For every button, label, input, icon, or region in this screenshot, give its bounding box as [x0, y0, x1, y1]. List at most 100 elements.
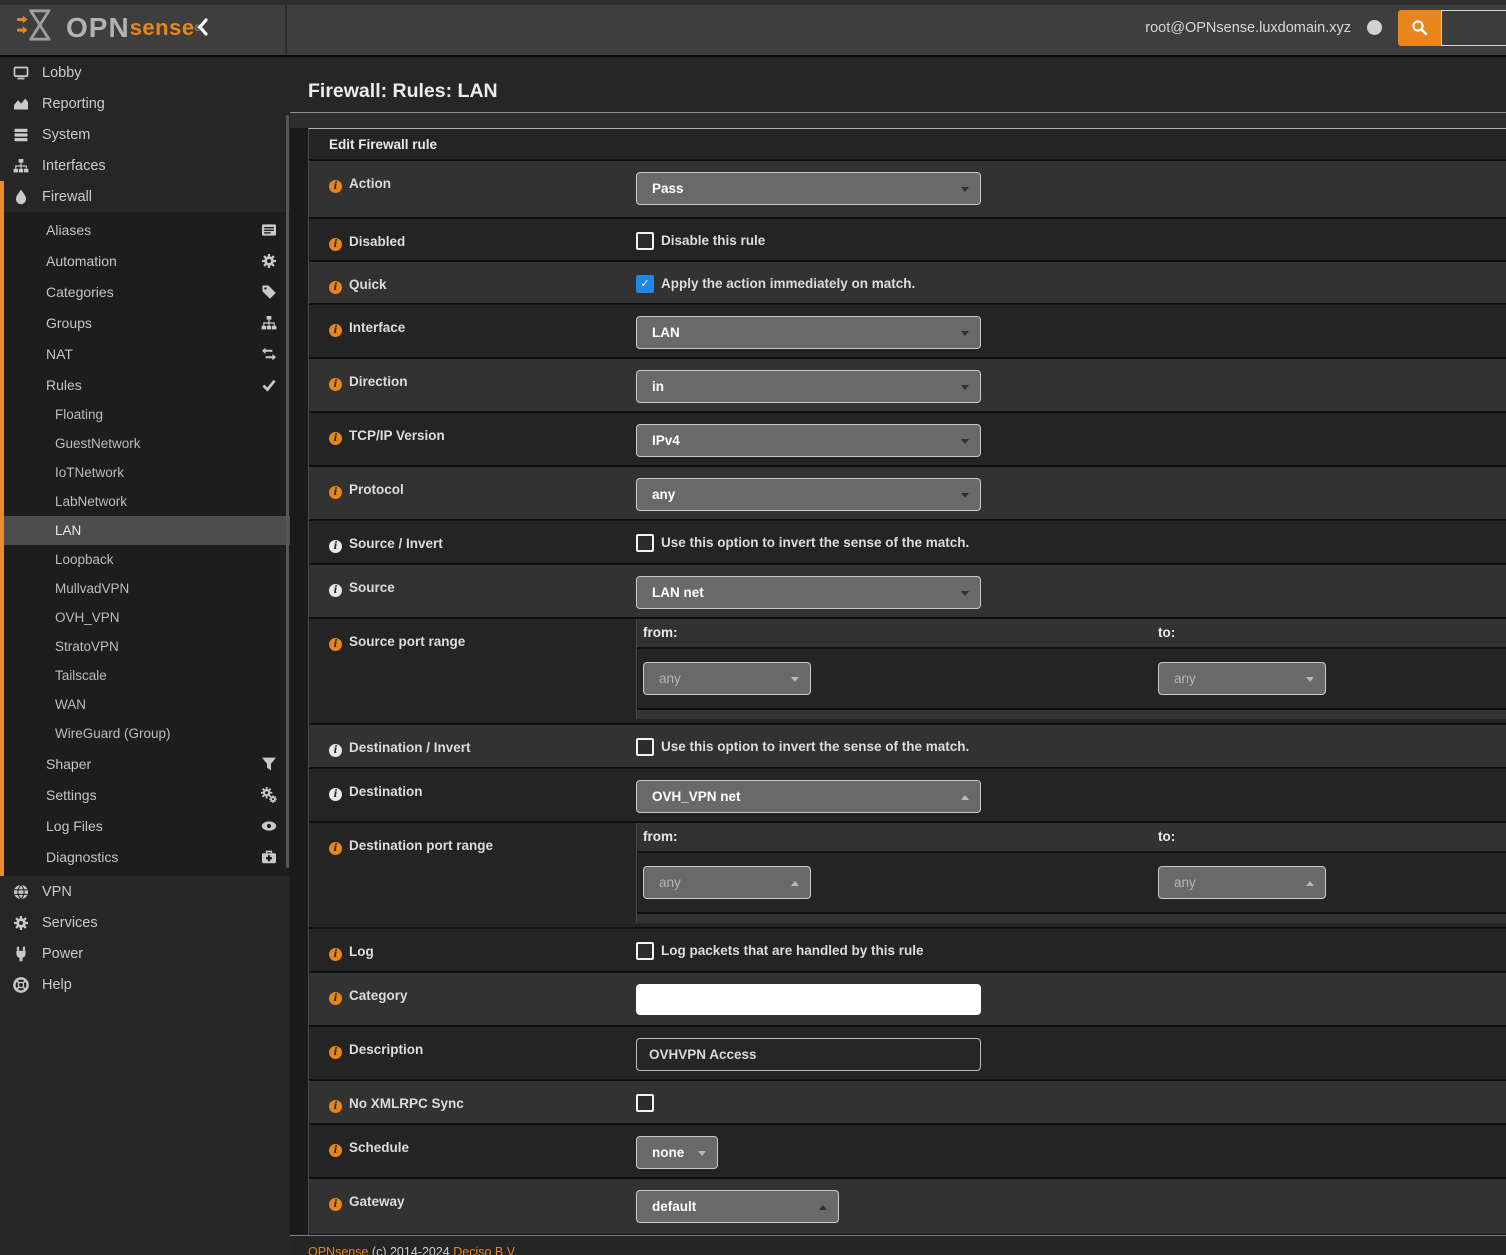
label-cell-tcp-ip-version: iTCP/IP Version	[309, 413, 636, 465]
info-icon[interactable]: i	[329, 744, 342, 757]
footer-deciso-link[interactable]: Deciso B.V.	[453, 1245, 517, 1255]
quick-checkbox-label[interactable]: ✓Apply the action immediately on match.	[636, 275, 915, 293]
destination-port-range-from-select-value: any	[659, 875, 681, 890]
source-port-range-to-select-value: any	[1174, 671, 1196, 686]
info-icon[interactable]: i	[329, 540, 342, 553]
sidebar-item-rules[interactable]: Rules	[4, 369, 290, 400]
row-direction: iDirectionin	[309, 359, 1506, 413]
source-invert-checkbox-label[interactable]: Use this option to invert the sense of t…	[636, 534, 969, 552]
notification-dot[interactable]	[1367, 20, 1382, 35]
sidebar-scrollbar[interactable]	[286, 115, 289, 868]
sidebar-item-automation[interactable]: Automation	[4, 245, 290, 276]
sidebar-item-groups[interactable]: Groups	[4, 307, 290, 338]
field-label-log: Log	[349, 944, 374, 959]
sidebar-item-reporting[interactable]: Reporting	[0, 88, 290, 119]
field-label-category: Category	[349, 988, 408, 1003]
sidebar-item-help[interactable]: Help	[0, 969, 290, 1000]
source-select[interactable]: LAN net	[636, 576, 981, 609]
sidebar-item-interfaces[interactable]: Interfaces	[0, 150, 290, 181]
sidebar-item-lobby[interactable]: Lobby	[0, 57, 290, 88]
destination-invert-checkbox[interactable]	[636, 738, 654, 756]
info-icon[interactable]: i	[329, 378, 342, 391]
search-input[interactable]	[1441, 10, 1506, 46]
gateway-select[interactable]: default	[636, 1190, 839, 1223]
sidebar-collapse-icon[interactable]	[196, 17, 208, 42]
row-tcp-ip-version: iTCP/IP VersionIPv4	[309, 413, 1506, 467]
logo[interactable]: OPNsense®	[0, 0, 287, 55]
source-invert-checkbox[interactable]	[636, 534, 654, 552]
info-icon[interactable]: i	[329, 1100, 342, 1113]
info-icon[interactable]: i	[329, 788, 342, 801]
sidebar-rule-stratovpn[interactable]: StratoVPN	[4, 632, 290, 661]
sidebar-item-diagnostics[interactable]: Diagnostics	[4, 841, 290, 872]
chevron-up-icon	[819, 1205, 827, 1210]
interface-select[interactable]: LAN	[636, 316, 981, 349]
info-icon[interactable]: i	[329, 948, 342, 961]
sidebar-rule-mullvadvpn[interactable]: MullvadVPN	[4, 574, 290, 603]
sidebar-item-label: GuestNetwork	[55, 436, 141, 451]
sidebar-rule-ovh-vpn[interactable]: OVH_VPN	[4, 603, 290, 632]
log-checkbox-label[interactable]: Log packets that are handled by this rul…	[636, 942, 924, 960]
logged-in-user[interactable]: root@OPNsense.luxdomain.xyz	[1145, 20, 1351, 36]
info-icon[interactable]: i	[329, 281, 342, 294]
category-input[interactable]	[636, 984, 981, 1015]
destination-port-range-strip	[637, 914, 1506, 923]
sidebar-rule-lan[interactable]: LAN	[4, 516, 290, 545]
sidebar-item-system[interactable]: System	[0, 119, 290, 150]
info-icon[interactable]: i	[329, 238, 342, 251]
sidebar-rule-iotnetwork[interactable]: IoTNetwork	[4, 458, 290, 487]
edit-rule-panel: Edit Firewall rule iActionPassiDisabledD…	[308, 128, 1506, 1236]
sidebar-item-categories[interactable]: Categories	[4, 276, 290, 307]
action-select[interactable]: Pass	[636, 172, 981, 205]
tcp-ip-version-select[interactable]: IPv4	[636, 424, 981, 457]
sidebar-item-shaper[interactable]: Shaper	[4, 748, 290, 779]
sidebar-item-settings[interactable]: Settings	[4, 779, 290, 810]
schedule-select[interactable]: none	[636, 1136, 718, 1169]
info-icon[interactable]: i	[329, 324, 342, 337]
info-icon[interactable]: i	[329, 584, 342, 597]
destination-port-range-to-select[interactable]: any	[1158, 866, 1326, 899]
sidebar-item-aliases[interactable]: Aliases	[4, 214, 290, 245]
sidebar-rule-wireguard-group[interactable]: WireGuard (Group)	[4, 719, 290, 748]
sidebar-rule-labnetwork[interactable]: LabNetwork	[4, 487, 290, 516]
sidebar-rule-tailscale[interactable]: Tailscale	[4, 661, 290, 690]
row-disabled: iDisabledDisable this rule	[309, 219, 1506, 262]
info-icon[interactable]: i	[329, 1144, 342, 1157]
gateway-select-value: default	[652, 1199, 696, 1214]
eye-icon	[260, 818, 278, 834]
footer-opnsense-link[interactable]: OPNsense	[308, 1245, 368, 1255]
info-icon[interactable]: i	[329, 486, 342, 499]
sidebar-item-nat[interactable]: NAT	[4, 338, 290, 369]
source-port-range-to-select[interactable]: any	[1158, 662, 1326, 695]
direction-select[interactable]: in	[636, 370, 981, 403]
info-icon[interactable]: i	[329, 992, 342, 1005]
info-icon[interactable]: i	[329, 638, 342, 651]
info-icon[interactable]: i	[329, 180, 342, 193]
sidebar-item-power[interactable]: Power	[0, 938, 290, 969]
destination-invert-checkbox-label[interactable]: Use this option to invert the sense of t…	[636, 738, 969, 756]
info-icon[interactable]: i	[329, 842, 342, 855]
sidebar-rule-guestnetwork[interactable]: GuestNetwork	[4, 429, 290, 458]
sidebar-rule-wan[interactable]: WAN	[4, 690, 290, 719]
destination-port-range-from-select[interactable]: any	[643, 866, 811, 899]
sidebar-item-firewall[interactable]: Firewall	[4, 181, 290, 212]
search-button[interactable]	[1398, 10, 1441, 46]
protocol-select[interactable]: any	[636, 478, 981, 511]
info-icon[interactable]: i	[329, 1046, 342, 1059]
log-checkbox[interactable]	[636, 942, 654, 960]
disabled-checkbox[interactable]	[636, 232, 654, 250]
no-xmlrpc-sync-checkbox-label[interactable]	[636, 1094, 654, 1112]
source-port-range-from-select[interactable]: any	[643, 662, 811, 695]
sidebar-item-log-files[interactable]: Log Files	[4, 810, 290, 841]
quick-checkbox[interactable]: ✓	[636, 275, 654, 293]
no-xmlrpc-sync-checkbox[interactable]	[636, 1094, 654, 1112]
description-input[interactable]	[636, 1038, 981, 1071]
sidebar-item-services[interactable]: Services	[0, 907, 290, 938]
info-icon[interactable]: i	[329, 1198, 342, 1211]
sidebar-rule-floating[interactable]: Floating	[4, 400, 290, 429]
sidebar-rule-loopback[interactable]: Loopback	[4, 545, 290, 574]
info-icon[interactable]: i	[329, 432, 342, 445]
destination-select[interactable]: OVH_VPN net	[636, 780, 981, 813]
disabled-checkbox-label[interactable]: Disable this rule	[636, 232, 765, 250]
sidebar-item-vpn[interactable]: VPN	[0, 876, 290, 907]
